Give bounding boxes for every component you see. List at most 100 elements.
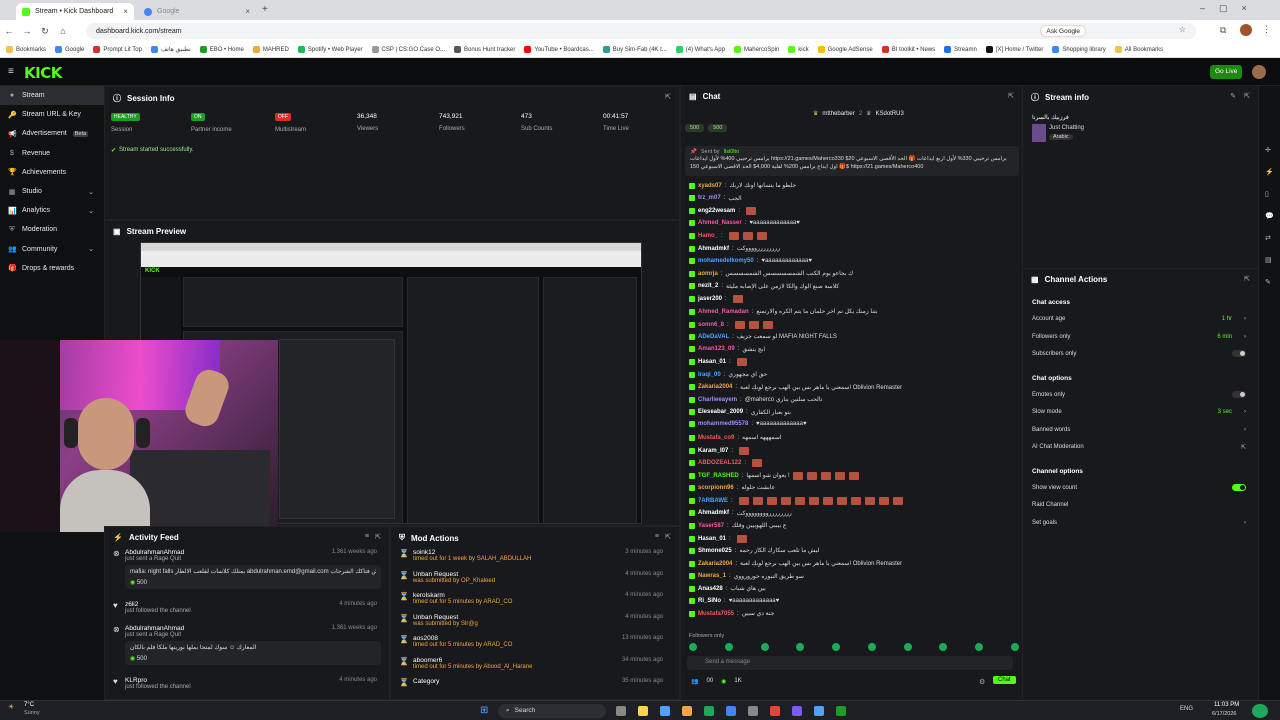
chat-username[interactable]: Hasan_01	[698, 359, 726, 365]
bookmark-item[interactable]: kick	[788, 46, 809, 53]
action-row-ai-chat-moderation[interactable]: AI Chat Moderation ⇱	[1032, 444, 1246, 451]
bookmark-item[interactable]: MahercoSpin	[733, 46, 779, 53]
action-row-raid-channel[interactable]: Raid Channel	[1032, 502, 1246, 508]
forward-icon[interactable]: →	[18, 26, 36, 36]
chat-message[interactable]: Ri_SiNo: ♥aaaaaaaaaaaaa♥	[689, 597, 779, 604]
filter-icon[interactable]: ≡	[365, 533, 369, 540]
rail-icon[interactable]: ▤	[1265, 256, 1272, 264]
top-user[interactable]: KSdotRU3	[875, 111, 903, 117]
window-controls[interactable]: –▢×	[1200, 3, 1261, 14]
mod-action-title[interactable]: aos2008	[413, 635, 438, 642]
url-text[interactable]: dashboard.kick.com/stream	[96, 28, 182, 35]
bookmark-item[interactable]: Buy Sim-Fab (4K t...	[602, 46, 667, 53]
bookmark-item[interactable]: Google AdSense	[817, 46, 873, 53]
sidebar-item-community[interactable]: 👥 Community ⌄	[0, 240, 104, 259]
chat-username[interactable]: nezit_2	[698, 283, 718, 289]
chat-username[interactable]: Iraqi_00	[698, 372, 721, 378]
chat-username[interactable]: TGF_RASHED	[698, 473, 739, 479]
profile-avatar[interactable]	[1240, 24, 1252, 36]
bookmark-item[interactable]: Google	[55, 46, 84, 53]
chat-message[interactable]: mohammed95578: ♥aaaaaaaaaaaaa♥	[689, 421, 807, 428]
sidebar-item-moderation[interactable]: ⛨ Moderation	[0, 220, 104, 239]
action-row-emotes-only[interactable]: Emotes only	[1032, 390, 1246, 398]
close-icon[interactable]: ×	[245, 7, 250, 16]
emote-icon[interactable]	[1010, 643, 1019, 651]
rail-icon[interactable]: ⚡	[1265, 168, 1274, 176]
chat-username[interactable]: Ahmadmkf	[698, 510, 729, 516]
windows-start-icon[interactable]: ⊞	[480, 705, 488, 716]
emote-icon[interactable]	[689, 643, 697, 651]
send-chat-button[interactable]: Chat	[993, 676, 1016, 684]
bookmark-item[interactable]: CSP | CS:GO Case O...	[371, 46, 445, 53]
popout-icon[interactable]: ⇱	[1008, 92, 1014, 100]
sidebar-item-stream-url-key[interactable]: 🔑 Stream URL & Key	[0, 105, 104, 124]
bookmark-item[interactable]: [X] Home / Twitter	[985, 46, 1043, 53]
chat-message[interactable]: Charlieeayem: @maherco تالحب سلتين بناري	[689, 396, 822, 403]
mod-action-title[interactable]: aboomer6	[413, 657, 442, 664]
chat-username[interactable]: Ri_SiNo	[698, 598, 721, 604]
emote-icon[interactable]	[832, 643, 841, 651]
chat-message[interactable]: aomrja: ك بجاعو يوم الكنب الشمسسسسس الشمس…	[689, 270, 853, 277]
tab-kick-dashboard[interactable]: Stream • Kick Dashboard ×	[16, 3, 134, 20]
bookmark-item[interactable]: Prompt Lit Top	[93, 46, 142, 53]
language-indicator[interactable]: ENG	[1180, 706, 1193, 712]
taskbar-app-icon[interactable]	[638, 706, 648, 716]
sidebar-item-analytics[interactable]: 📊 Analytics ⌄	[0, 201, 104, 220]
mod-action-title[interactable]: Unban Request	[413, 614, 458, 621]
taskbar-app-icon[interactable]	[770, 706, 780, 716]
chat-username[interactable]: Ahmed_Nasser	[698, 220, 742, 226]
chat-message[interactable]: mohamedelkomy50: ♥aaaaaaaaaaaaa♥	[689, 257, 812, 264]
chat-message[interactable]: Zakaria2004: اسمعني يا ماهر بس بين الهب ب…	[689, 384, 902, 391]
bookmark-item[interactable]: Bonus Hunt tracker	[454, 46, 515, 53]
menu-icon[interactable]: ⋮	[1262, 24, 1271, 35]
emote-icon[interactable]	[975, 643, 984, 651]
chat-username[interactable]: jaser200	[698, 296, 722, 302]
action-row-followers-only[interactable]: Followers only 6 min ›	[1032, 334, 1246, 340]
chat-message[interactable]: scorpionn96: عابشت جلوله	[689, 484, 775, 491]
sidebar-item-revenue[interactable]: $ Revenue	[0, 144, 104, 163]
gift-pill[interactable]: 500	[708, 124, 728, 132]
chat-username[interactable]: mohammed95578	[698, 421, 748, 427]
chat-message[interactable]: Zakaria2004: اسمعني يا ماهر بس بين الهب ب…	[689, 560, 902, 567]
go-live-button[interactable]: Go Live	[1210, 65, 1243, 79]
chat-username[interactable]: scorpionn96	[698, 485, 734, 491]
extensions-icon[interactable]: ⧉	[1220, 25, 1226, 36]
emote-icon[interactable]	[796, 643, 805, 651]
chat-message[interactable]: Nawras_1: سو طريق التبوره حورورووي	[689, 573, 804, 580]
chat-username[interactable]: somn6_8	[698, 322, 724, 328]
chat-message[interactable]: Eleseabar_2009: بتو بعبار الكفاري	[689, 409, 791, 416]
back-icon[interactable]: ←	[0, 26, 18, 36]
emote-icon[interactable]	[939, 643, 948, 651]
taskbar-app-icon[interactable]	[682, 706, 692, 716]
chat-message[interactable]: somn6_8:	[689, 320, 774, 329]
chat-username[interactable]: xyads07	[698, 183, 722, 189]
chat-message[interactable]: Yaser587: ع بيببي اللهوييين وفلك	[689, 522, 786, 529]
top-user[interactable]: mtthebarber	[822, 111, 854, 117]
chat-username[interactable]: Zakaria2004	[698, 384, 732, 390]
chat-message[interactable]: TGF_RASHED: يعوان شو اسمها !	[689, 471, 860, 480]
filter-icon[interactable]: ≡	[655, 533, 659, 540]
mod-action-title[interactable]: kerolskarm	[413, 592, 445, 599]
chat-username[interactable]: trz_m07	[698, 195, 721, 201]
sidebar-item-drops-rewards[interactable]: 🎁 Drops & rewards	[0, 259, 104, 278]
chat-message[interactable]: Ahmed_Ramadan: بتنا زمنك يكل تم اخر حلمان…	[689, 308, 878, 315]
rail-icon[interactable]: ▯	[1265, 190, 1269, 198]
chat-input[interactable]: Send a message	[687, 656, 1013, 670]
mod-action-title[interactable]: soink12	[413, 549, 435, 556]
chat-username[interactable]: Karam_I07	[698, 448, 728, 454]
chat-message[interactable]: nezit_2: كلاسة صنع الوك والكا لازمن على ا…	[689, 283, 839, 290]
chat-username[interactable]: aomrja	[698, 271, 718, 277]
popout-icon[interactable]: ⇱	[1244, 275, 1250, 283]
settings-icon[interactable]: ⚙	[979, 678, 985, 686]
chat-username[interactable]: Hamo_	[698, 233, 718, 239]
action-row-banned-words[interactable]: Banned words ›	[1032, 427, 1246, 433]
chat-message[interactable]: Iraqi_00: حق اي مجهوري	[689, 371, 767, 378]
emote-icon[interactable]	[867, 643, 876, 651]
mod-action-title[interactable]: Category	[413, 678, 439, 685]
new-tab-button[interactable]: +	[262, 4, 268, 15]
action-row-account-age[interactable]: Account age 1 hr ›	[1032, 316, 1246, 322]
reload-icon[interactable]: ↻	[36, 26, 54, 37]
taskbar-app-icon[interactable]	[748, 706, 758, 716]
chat-username[interactable]: 7ARBAWE	[698, 498, 728, 504]
chat-message[interactable]: Ahmadmkf: ررررررررووووووووكت	[689, 510, 792, 517]
